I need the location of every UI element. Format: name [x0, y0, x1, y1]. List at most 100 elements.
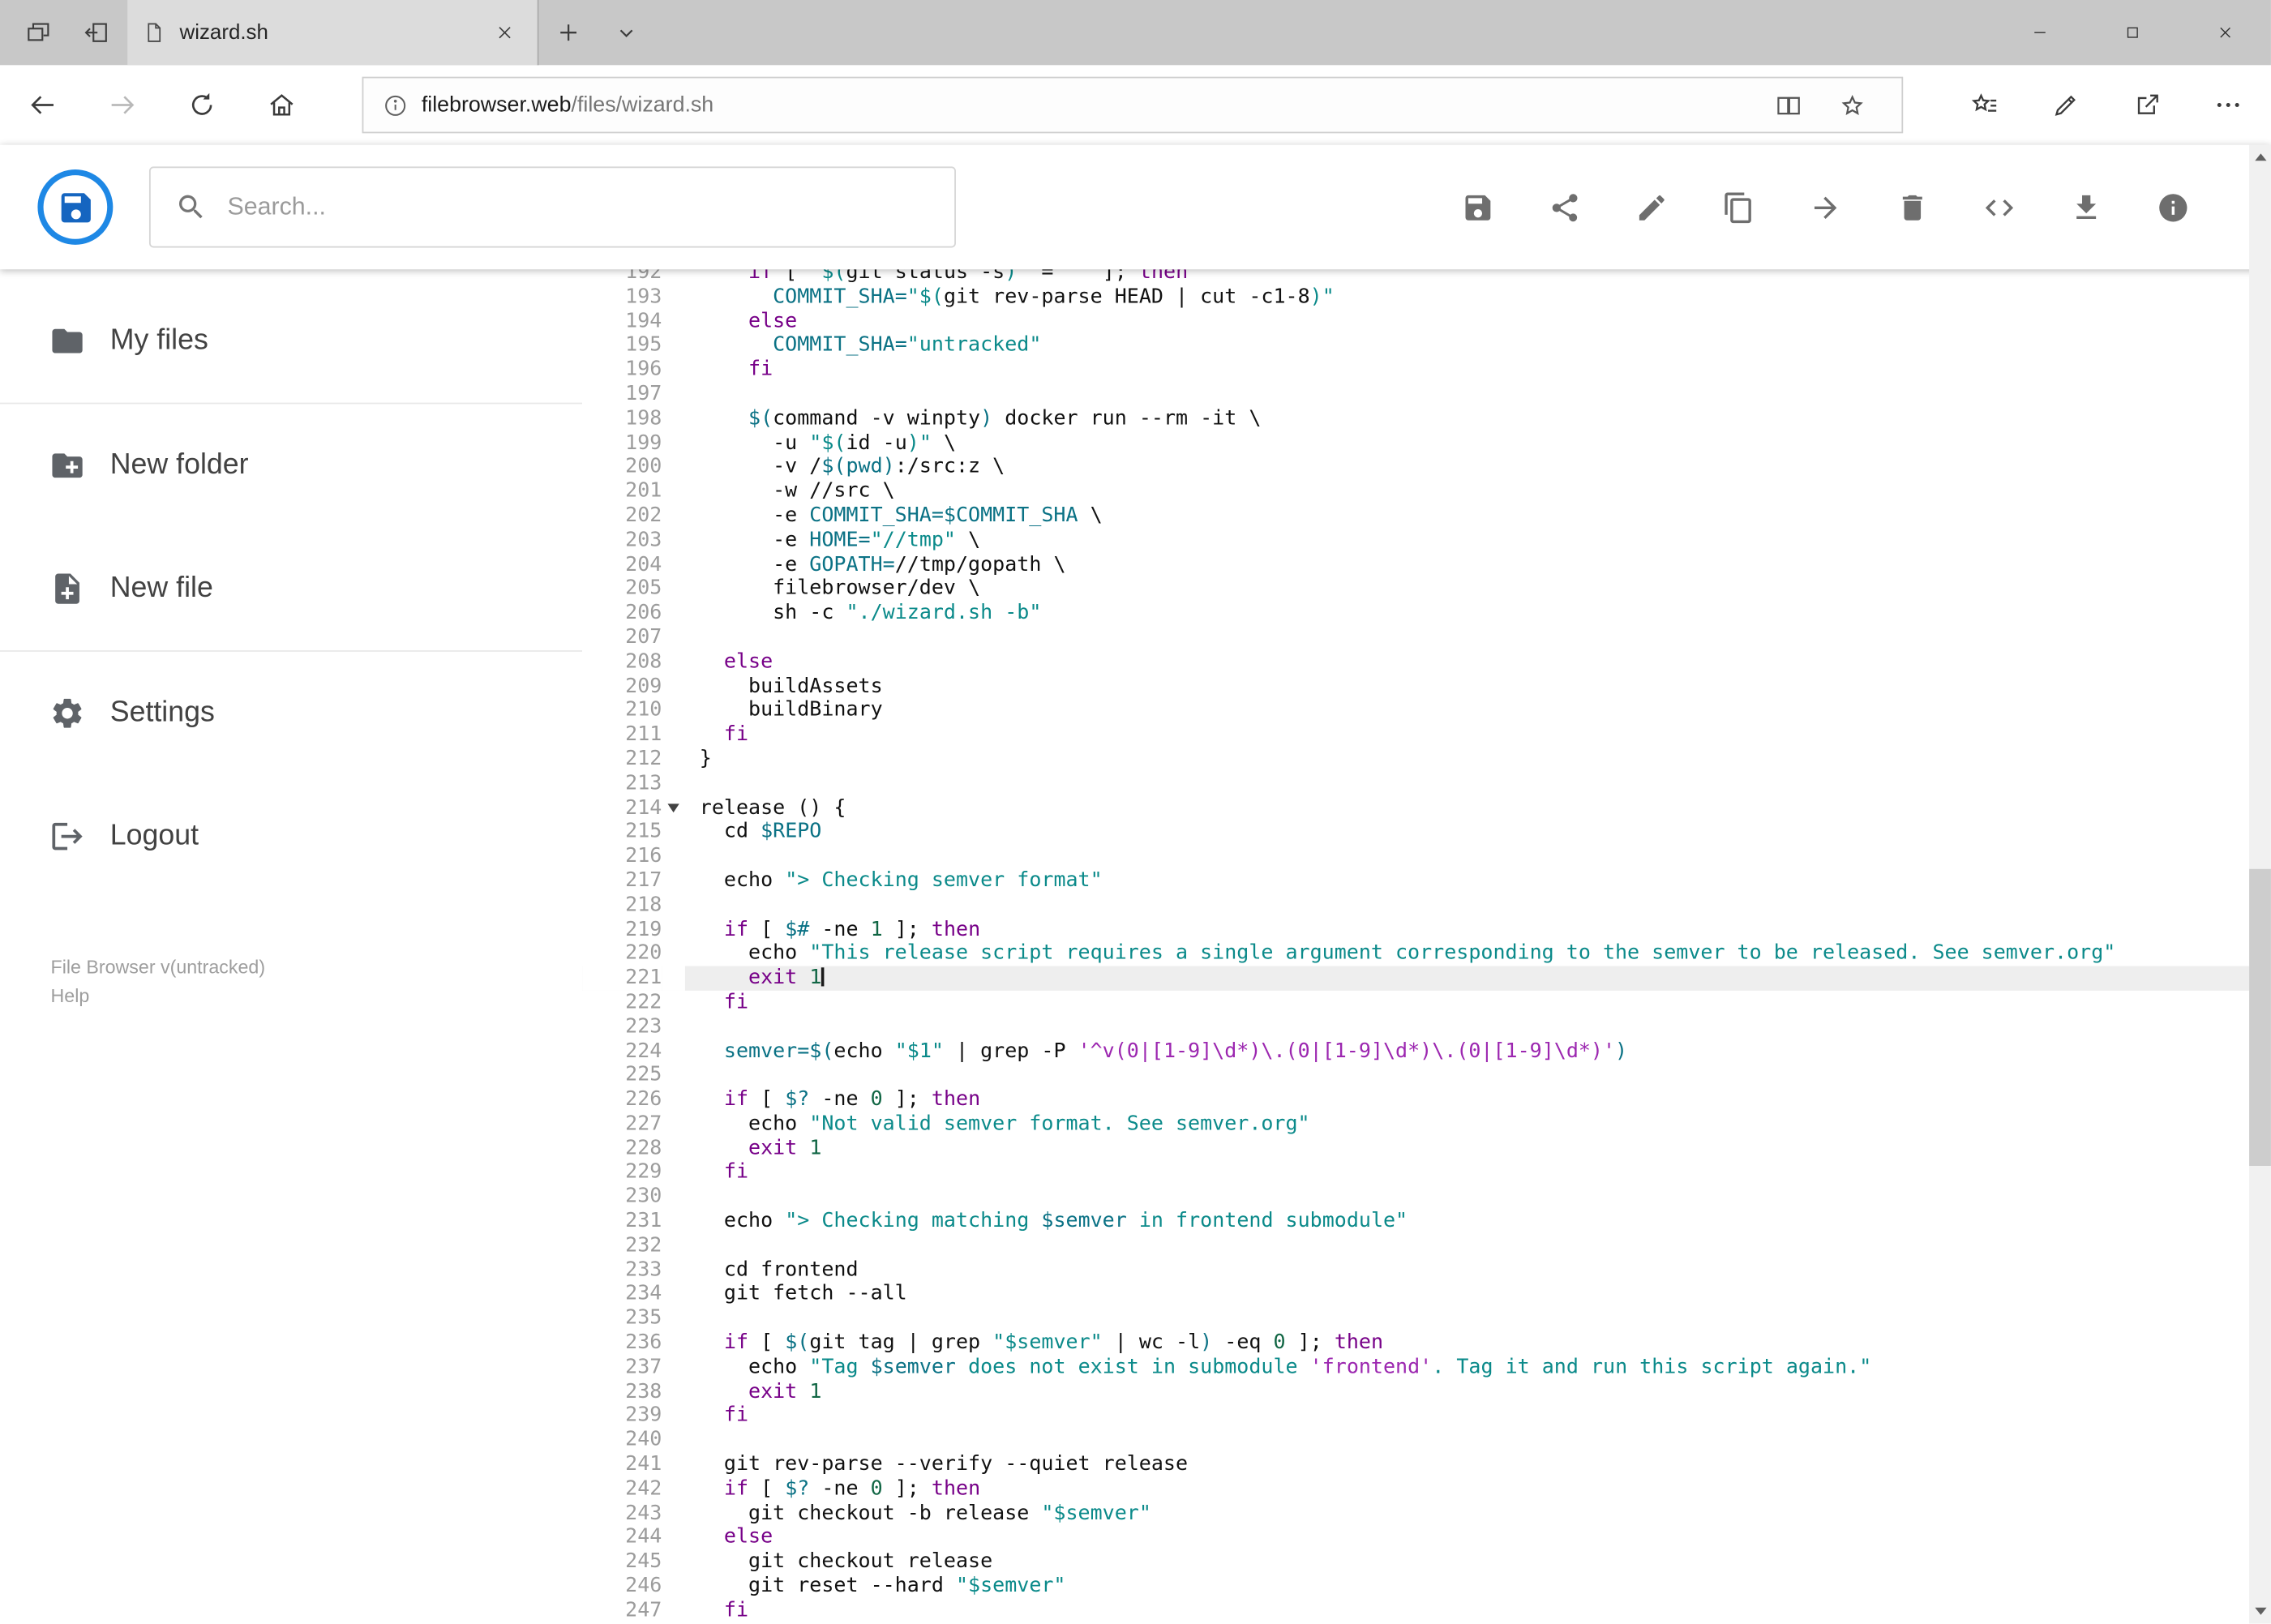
code-line[interactable]: 247 fi — [582, 1598, 2249, 1623]
code-line[interactable]: 243 git checkout -b release "$semver" — [582, 1501, 2249, 1526]
code-view-button[interactable] — [1969, 178, 2027, 236]
code-line[interactable]: 213 — [582, 771, 2249, 796]
sidebar-item-settings[interactable]: Settings — [0, 652, 582, 775]
code-line[interactable]: 231 echo "> Checking matching $semver in… — [582, 1209, 2249, 1234]
tabs-preview-button[interactable] — [9, 0, 66, 65]
code-line[interactable]: 237 echo "Tag $semver does not exist in … — [582, 1355, 2249, 1380]
code-line[interactable]: 239 fi — [582, 1403, 2249, 1429]
code-line[interactable]: 208 else — [582, 649, 2249, 675]
code-line[interactable]: 230 — [582, 1185, 2249, 1210]
code-line[interactable]: 234 git fetch --all — [582, 1282, 2249, 1307]
code-line[interactable]: 193 COMMIT_SHA="$(git rev-parse HEAD | c… — [582, 285, 2249, 310]
forward-button[interactable] — [83, 65, 162, 144]
scrollbar-down-arrow[interactable] — [2249, 1599, 2271, 1623]
code-line[interactable]: 227 echo "Not valid semver format. See s… — [582, 1112, 2249, 1137]
new-tab-button[interactable] — [539, 0, 597, 65]
back-button[interactable] — [3, 65, 83, 144]
move-button[interactable] — [1796, 178, 1853, 236]
sidebar-item-logout[interactable]: Logout — [0, 775, 582, 898]
code-line[interactable]: 209 buildAssets — [582, 674, 2249, 699]
url-text[interactable]: filebrowser.web/files/wizard.sh — [422, 92, 713, 117]
share-button[interactable] — [1535, 178, 1592, 236]
maximize-button[interactable] — [2085, 0, 2178, 65]
search-box[interactable] — [148, 166, 956, 248]
code-line[interactable]: 216 — [582, 844, 2249, 869]
browser-tab[interactable]: wizard.sh — [127, 0, 539, 66]
code-line[interactable]: 192 if [ "$(git status -s)" = "" ]; then — [582, 269, 2249, 285]
fold-arrow-icon[interactable] — [667, 803, 679, 812]
code-line[interactable]: 195 COMMIT_SHA="untracked" — [582, 333, 2249, 358]
reading-view-button[interactable] — [1774, 91, 1803, 120]
save-button[interactable] — [1448, 178, 1506, 236]
code-line[interactable]: 218 — [582, 893, 2249, 918]
search-input[interactable] — [227, 192, 955, 222]
sidebar-item-my-files[interactable]: My files — [0, 280, 582, 403]
share-page-button[interactable] — [2106, 65, 2187, 144]
code-line[interactable]: 242 if [ $? -ne 0 ]; then — [582, 1476, 2249, 1502]
scrollbar-up-arrow[interactable] — [2249, 145, 2271, 169]
delete-button[interactable] — [1883, 178, 1940, 236]
more-button[interactable] — [2187, 65, 2268, 144]
sidebar-item-new-file[interactable]: New file — [0, 527, 582, 650]
code-line[interactable]: 224 semver=$(echo "$1" | grep -P '^v(0|[… — [582, 1039, 2249, 1064]
sidebar-item-new-folder[interactable]: New folder — [0, 404, 582, 527]
code-line[interactable]: 194 else — [582, 309, 2249, 334]
code-line[interactable]: 225 — [582, 1063, 2249, 1088]
code-line[interactable]: 241 git rev-parse --verify --quiet relea… — [582, 1452, 2249, 1477]
code-line[interactable]: 202 -e COMMIT_SHA=$COMMIT_SHA \ — [582, 503, 2249, 529]
code-line[interactable]: 226 if [ $? -ne 0 ]; then — [582, 1087, 2249, 1112]
code-line[interactable]: 235 — [582, 1306, 2249, 1331]
version-link[interactable]: File Browser v(untracked) — [51, 953, 583, 982]
code-line[interactable]: 198 $(command -v winpty) docker run --rm… — [582, 406, 2249, 431]
code-line[interactable]: 210 buildBinary — [582, 698, 2249, 723]
code-line[interactable]: 217 echo "> Checking semver format" — [582, 868, 2249, 893]
code-line[interactable]: 201 -w //src \ — [582, 479, 2249, 504]
code-line[interactable]: 236 if [ $(git tag | grep "$semver" | wc… — [582, 1330, 2249, 1356]
code-line[interactable]: 229 fi — [582, 1160, 2249, 1185]
code-line[interactable]: 203 -e HOME="//tmp" \ — [582, 528, 2249, 553]
code-line[interactable]: 214 release () { — [582, 795, 2249, 821]
code-line[interactable]: 197 — [582, 382, 2249, 407]
code-line[interactable]: 228 exit 1 — [582, 1136, 2249, 1161]
code-line[interactable]: 200 -v /$(pwd):/src:z \ — [582, 455, 2249, 480]
code-line[interactable]: 232 — [582, 1233, 2249, 1258]
code-line[interactable]: 206 sh -c "./wizard.sh -b" — [582, 601, 2249, 626]
code-line[interactable]: 211 fi — [582, 722, 2249, 748]
web-note-button[interactable] — [2025, 65, 2106, 144]
set-tabs-aside-button[interactable] — [66, 0, 124, 65]
hub-button[interactable] — [1943, 65, 2025, 144]
favorite-button[interactable] — [1838, 91, 1867, 120]
home-button[interactable] — [242, 65, 321, 144]
code-line[interactable]: 205 filebrowser/dev \ — [582, 576, 2249, 602]
code-line[interactable]: 244 else — [582, 1525, 2249, 1550]
info-button[interactable] — [2144, 178, 2201, 236]
code-line[interactable]: 233 cd frontend — [582, 1258, 2249, 1283]
minimize-button[interactable] — [1993, 0, 2085, 65]
code-line[interactable]: 223 — [582, 1014, 2249, 1039]
download-button[interactable] — [2057, 178, 2115, 236]
code-line[interactable]: 221 exit 1 — [582, 966, 2250, 991]
scrollbar-thumb[interactable] — [2249, 868, 2271, 1166]
code-line[interactable]: 207 — [582, 625, 2249, 650]
page-scrollbar[interactable] — [2249, 144, 2271, 1624]
rename-button[interactable] — [1622, 178, 1680, 236]
code-line[interactable]: 246 git reset --hard "$semver" — [582, 1574, 2249, 1599]
code-line[interactable]: 212} — [582, 747, 2249, 772]
code-line[interactable]: 219 if [ $# -ne 1 ]; then — [582, 917, 2249, 942]
code-line[interactable]: 220 echo "This release script requires a… — [582, 941, 2249, 966]
address-bar[interactable]: filebrowser.web/files/wizard.sh — [362, 76, 1904, 134]
code-line[interactable]: 245 git checkout release — [582, 1549, 2249, 1575]
site-info-icon[interactable] — [383, 92, 409, 118]
close-window-button[interactable] — [2179, 0, 2271, 65]
code-line[interactable]: 215 cd $REPO — [582, 820, 2249, 845]
code-line[interactable]: 222 fi — [582, 990, 2249, 1015]
refresh-button[interactable] — [162, 65, 242, 144]
code-line[interactable]: 196 fi — [582, 358, 2249, 383]
code-line[interactable]: 204 -e GOPATH=//tmp/gopath \ — [582, 552, 2249, 577]
code-line[interactable]: 238 exit 1 — [582, 1379, 2249, 1404]
tab-list-button[interactable] — [597, 0, 654, 65]
copy-button[interactable] — [1709, 178, 1767, 236]
help-link[interactable]: Help — [51, 982, 583, 1011]
code-line[interactable]: 199 -u "$(id -u)" \ — [582, 431, 2249, 456]
tab-close-icon[interactable] — [485, 14, 522, 51]
